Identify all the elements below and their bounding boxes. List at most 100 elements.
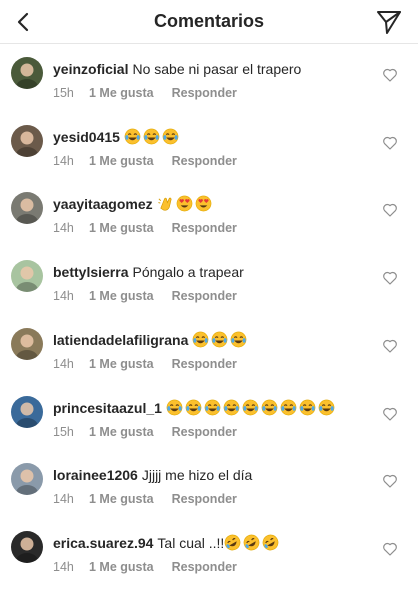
comment-emojis [166, 399, 337, 416]
like-heart-icon[interactable] [382, 406, 398, 422]
comment-meta: 14h 1 Me gusta Responder [53, 153, 237, 169]
comment-body: yeinzoficial No sabe ni pasar el trapero [53, 60, 368, 78]
paper-plane-icon [377, 11, 401, 34]
laugh-emoji-icon [242, 399, 259, 415]
comment-username[interactable]: princesitaazul_1 [53, 400, 162, 416]
header-bar: Comentarios [0, 0, 418, 44]
comment-item: bettylsierra Póngalo a trapear 14h 1 Me gus… [0, 247, 418, 315]
comment-meta: 15h 1 Me gusta Responder [53, 424, 237, 440]
comment-username[interactable]: yesid0415 [53, 129, 120, 145]
comment-username[interactable]: latiendadelafiligrana [53, 332, 188, 348]
avatar[interactable] [11, 124, 43, 157]
comment-text: Jjjjj me hizo el día [141, 467, 253, 484]
comment-body: princesitaazul_1 [53, 399, 368, 417]
comment-emojis [192, 331, 249, 348]
like-heart-icon[interactable] [382, 473, 398, 489]
comment-body: yesid0415 [53, 128, 368, 146]
laugh-emoji-icon [204, 399, 221, 415]
avatar[interactable] [11, 57, 43, 89]
laugh-emoji-icon [318, 399, 335, 415]
laugh-emoji-icon [143, 128, 160, 145]
comment-body: lorainee1206 Jjjjj me hizo el día [53, 466, 368, 484]
avatar[interactable] [11, 463, 43, 496]
rofl-emoji-icon [243, 534, 260, 551]
heart-eyes-emoji-icon [176, 196, 192, 212]
comment-body: latiendadelafiligrana [53, 331, 368, 349]
reply-button[interactable]: Responder [172, 85, 237, 101]
comment-time: 14h [53, 559, 74, 574]
likes-count-link[interactable]: 1 Me gusta [89, 288, 154, 304]
comment-body: bettylsierra Póngalo a trapear [53, 263, 368, 281]
avatar[interactable] [11, 530, 43, 563]
avatar[interactable] [11, 260, 43, 293]
avatar[interactable] [11, 395, 43, 428]
like-heart-icon[interactable] [382, 338, 398, 354]
like-heart-icon[interactable] [382, 67, 398, 83]
comment-body: erica.suarez.94 Tal cual ..!! [53, 534, 368, 552]
heart-eyes-emoji-icon [195, 196, 211, 212]
rofl-emoji-icon [224, 534, 241, 551]
comment-text: Póngalo a trapear [132, 264, 244, 281]
comment-meta: 14h 1 Me gusta Responder [53, 559, 237, 575]
laugh-emoji-icon [212, 331, 228, 348]
laugh-emoji-icon [280, 399, 297, 415]
likes-count-link[interactable]: 1 Me gusta [89, 559, 154, 575]
comment-username[interactable]: yeinzoficial [53, 61, 128, 77]
comment-meta: 14h 1 Me gusta Responder [53, 356, 237, 372]
reply-button[interactable]: Responder [172, 153, 237, 169]
comment-time: 15h [53, 86, 74, 100]
comment-text: No sabe ni pasar el trapero [132, 61, 302, 77]
like-heart-icon[interactable] [382, 202, 398, 218]
rofl-emoji-icon [262, 534, 279, 551]
comment-username[interactable]: bettylsierra [53, 264, 128, 280]
comment-meta: 14h 1 Me gusta Responder [53, 288, 237, 304]
like-heart-icon[interactable] [382, 135, 398, 151]
likes-count-link[interactable]: 1 Me gusta [89, 424, 154, 440]
comment-time: 14h [53, 153, 74, 168]
share-button[interactable] [374, 7, 404, 37]
page-title: Comentarios [153, 11, 265, 31]
reply-button[interactable]: Responder [172, 424, 237, 440]
comment-emojis [224, 534, 281, 551]
like-heart-icon[interactable] [382, 270, 398, 286]
laugh-emoji-icon [193, 331, 209, 348]
reply-button[interactable]: Responder [172, 559, 237, 575]
comment-item: lorainee1206 Jjjjj me hizo el día 14h 1 Me … [0, 450, 418, 518]
comment-time: 14h [53, 356, 74, 371]
reply-button[interactable]: Responder [172, 356, 237, 372]
reply-button[interactable]: Responder [172, 220, 237, 236]
comment-time: 14h [53, 289, 74, 304]
likes-count-link[interactable]: 1 Me gusta [89, 85, 154, 101]
likes-count-link[interactable]: 1 Me gusta [89, 153, 154, 169]
comment-item: yesid0415 14h 1 Me gusta Responder [0, 112, 418, 180]
likes-count-link[interactable]: 1 Me gusta [89, 491, 154, 507]
likes-count-link[interactable]: 1 Me gusta [89, 220, 154, 236]
comment-username[interactable]: yaayitaagomez [53, 196, 153, 212]
reply-button[interactable]: Responder [172, 288, 237, 304]
comment-item: yaayitaagomez 14h 1 Me gusta Responder [0, 179, 418, 247]
likes-count-link[interactable]: 1 Me gusta [89, 356, 154, 372]
comment-meta: 14h 1 Me gusta Responder [53, 220, 237, 236]
laugh-emoji-icon [299, 399, 316, 415]
comment-item: erica.suarez.94 Tal cual ..!! 14h 1 Me gust… [0, 518, 418, 586]
like-heart-icon[interactable] [382, 541, 398, 557]
comment-username[interactable]: erica.suarez.94 [53, 535, 153, 551]
comment-time: 15h [53, 424, 74, 439]
laugh-emoji-icon [162, 128, 179, 145]
comment-item: latiendadelafiligrana 14h 1 Me gusta Respon… [0, 315, 418, 383]
comment-time: 14h [53, 492, 74, 507]
comment-username[interactable]: lorainee1206 [53, 467, 138, 483]
laugh-emoji-icon [124, 128, 141, 145]
comment-meta: 15h 1 Me gusta Responder [53, 85, 237, 101]
laugh-emoji-icon [166, 399, 183, 415]
comment-item: princesitaazul_1 15h 1 Me gusta Responder [0, 383, 418, 451]
avatar[interactable] [11, 192, 43, 225]
laugh-emoji-icon [231, 331, 247, 348]
laugh-emoji-icon [261, 399, 278, 415]
laugh-emoji-icon [223, 399, 240, 415]
comment-emojis [157, 196, 214, 212]
avatar[interactable] [11, 327, 43, 360]
clap-emoji-icon [157, 198, 172, 212]
comment-body: yaayitaagomez [53, 195, 368, 213]
reply-button[interactable]: Responder [172, 491, 237, 507]
